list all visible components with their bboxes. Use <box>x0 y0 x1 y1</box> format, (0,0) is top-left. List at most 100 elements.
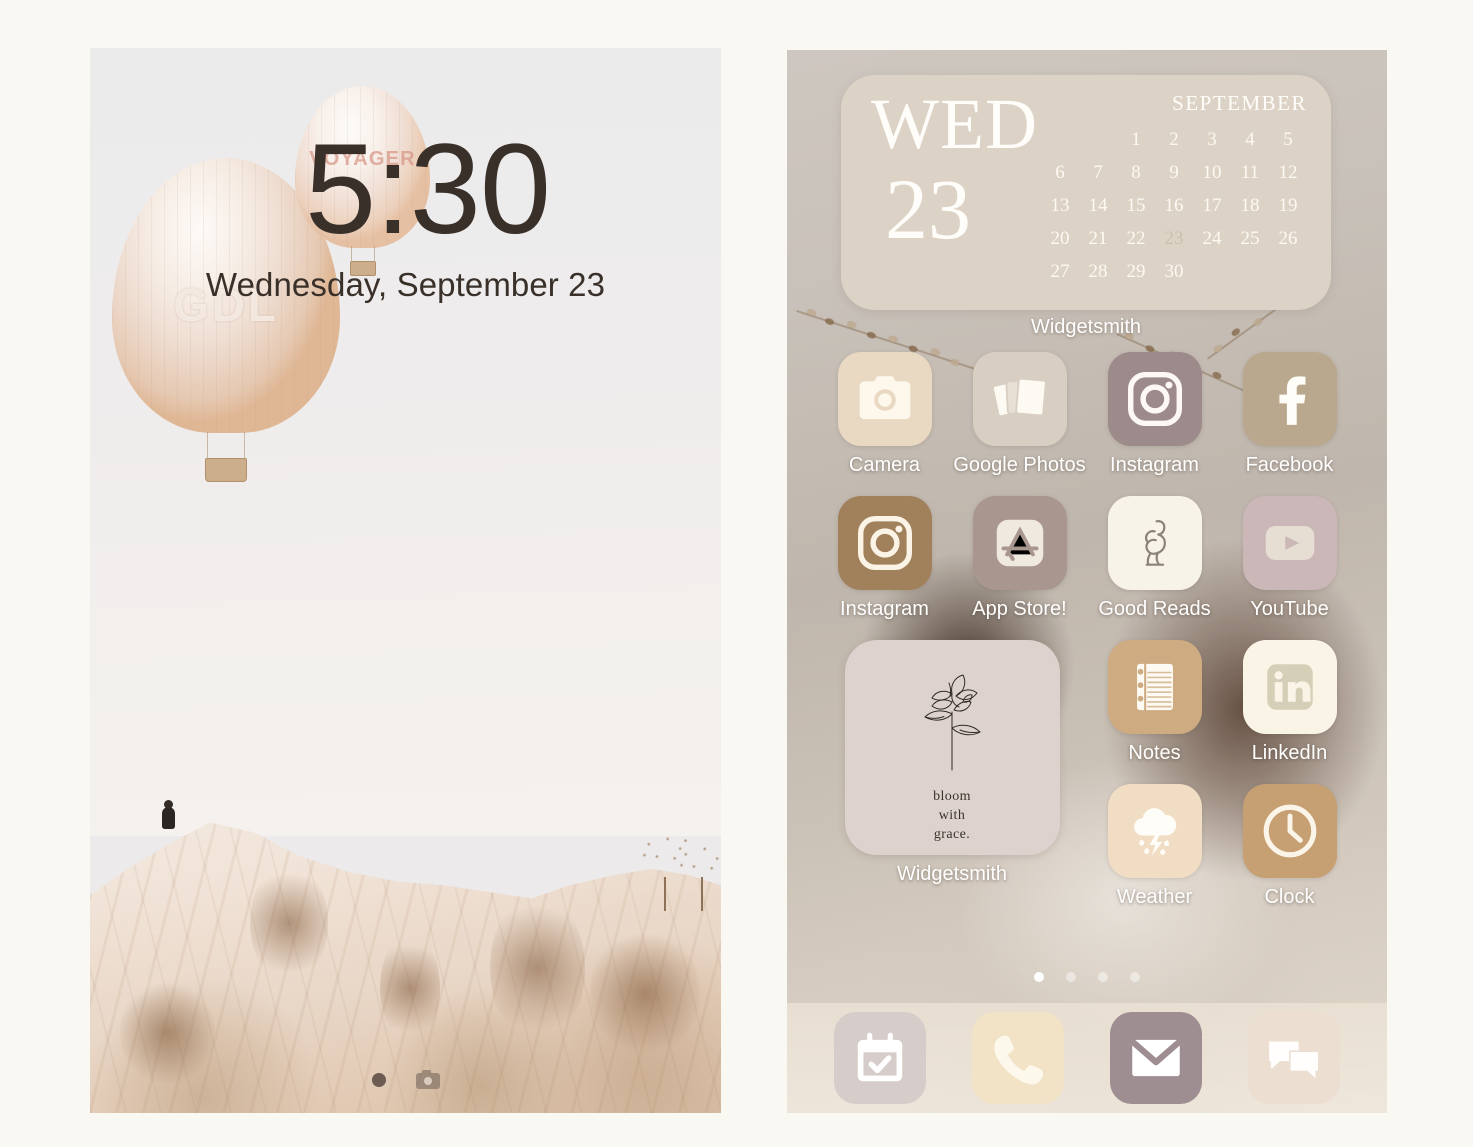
calendar-cell: 5 <box>1283 129 1293 150</box>
calendar-cell: 19 <box>1278 195 1298 216</box>
calendar-month-grid: 1 2 3 4 5 6 7 8 9 10 11 12 13 14 15 16 17 18 19 20 21 22 23 24 2… <box>1041 126 1307 285</box>
instagram-icon[interactable] <box>837 496 932 590</box>
app-icon-grid: Camera Google Photos Instagram Facebook I… <box>817 352 1357 928</box>
page-dot[interactable] <box>1034 972 1044 982</box>
calendar-cell: 12 <box>1278 162 1298 183</box>
app-label: Instagram <box>1110 454 1199 476</box>
app-label: Camera <box>848 454 921 476</box>
widget-quote: bloom with grace. <box>933 788 971 845</box>
calendar-cell: 25 <box>1240 228 1260 249</box>
app-label: Notes <box>1128 742 1181 764</box>
app-label: LinkedIn <box>1251 742 1328 764</box>
calendar-cell: 18 <box>1240 195 1260 216</box>
widgetsmith-quote-widget-cell[interactable]: bloom with grace. Widgetsmith <box>817 640 1087 909</box>
flower-line-art <box>892 650 1012 778</box>
camera-icon[interactable] <box>415 1070 440 1089</box>
hot-air-balloon-voyager: VOYAGER <box>295 86 430 276</box>
line-woman-icon[interactable] <box>1107 496 1202 590</box>
tree-trunk <box>701 876 703 911</box>
calendar-cell: 7 <box>1093 162 1103 183</box>
tree-crown <box>675 840 721 885</box>
calendar-cell: 22 <box>1126 228 1146 249</box>
page-dots[interactable] <box>787 972 1387 982</box>
calendar-month-label: SEPTEMBER <box>1172 91 1307 115</box>
bare-tree <box>675 840 721 911</box>
app-label: YouTube <box>1250 598 1329 620</box>
app-cell[interactable]: Good Reads <box>1087 496 1222 621</box>
app-cell[interactable]: LinkedIn <box>1222 640 1357 765</box>
page-dot[interactable] <box>1098 972 1108 982</box>
calendar-cell: 21 <box>1088 228 1108 249</box>
app-cell[interactable]: Instagram <box>817 496 952 621</box>
calendar-cell: 2 <box>1169 129 1179 150</box>
app-cell[interactable]: Instagram <box>1087 352 1222 477</box>
page-dot[interactable] <box>371 1072 386 1087</box>
person-silhouette <box>162 799 175 829</box>
linkedin-icon[interactable] <box>1242 640 1337 734</box>
calendar-cell-today: 23 <box>1155 225 1193 252</box>
rock-landscape <box>90 783 721 1113</box>
photo-stack-icon[interactable] <box>972 352 1067 446</box>
home-screen[interactable]: WED 23 SEPTEMBER 1 2 3 4 5 6 7 8 9 10 11 12 13 14 15 16… <box>787 50 1387 1113</box>
app-cell[interactable]: Google Photos <box>952 352 1087 477</box>
calendar-widget-date-block: WED 23 <box>841 75 1041 310</box>
calendar-cell: 1 <box>1131 129 1141 150</box>
app-cell[interactable]: Camera <box>817 352 952 477</box>
scrub-patch <box>380 932 440 1043</box>
app-cell[interactable]: Weather <box>1087 784 1222 909</box>
calendar-cell: 11 <box>1240 162 1260 183</box>
app-label: App Store! <box>972 598 1067 620</box>
calendar-cell: 3 <box>1207 129 1217 150</box>
calendar-cell: 26 <box>1278 228 1298 249</box>
app-row: Instagram App Store! Good Reads YouTube <box>817 496 1357 621</box>
calendar-widget-month-block: SEPTEMBER 1 2 3 4 5 6 7 8 9 10 11 12 13 14 15 16 17 18 19 2… <box>1041 75 1331 310</box>
app-cell[interactable]: Clock <box>1222 784 1357 909</box>
calendar-cell: 28 <box>1088 261 1108 282</box>
quote-line: with <box>938 808 966 824</box>
calendar-cell: 14 <box>1088 195 1108 216</box>
dock-mail-icon[interactable] <box>1110 1012 1202 1104</box>
widgetsmith-calendar-widget[interactable]: WED 23 SEPTEMBER 1 2 3 4 5 6 7 8 9 10 11 12 13 14 15 16… <box>841 75 1331 310</box>
calendar-cell-empty <box>1079 126 1117 153</box>
calendar-cell: 24 <box>1202 228 1222 249</box>
right-apps-block: Notes LinkedIn Weather Clock <box>1087 640 1357 909</box>
calendar-day-number: 23 <box>885 161 971 258</box>
app-label: Widgetsmith <box>896 863 1008 885</box>
page-dot[interactable] <box>1066 972 1076 982</box>
app-label: Google Photos <box>953 454 1086 476</box>
dock-phone-icon[interactable] <box>972 1012 1064 1104</box>
calendar-cell: 8 <box>1131 162 1141 183</box>
app-cell[interactable]: Facebook <box>1222 352 1357 477</box>
widget-and-apps-row: bloom with grace. Widgetsmith Notes LinkedI… <box>817 640 1357 909</box>
calendar-cell: 20 <box>1050 228 1070 249</box>
camera-icon[interactable] <box>837 352 932 446</box>
calendar-cell: 30 <box>1164 261 1184 282</box>
app-label: Facebook <box>1245 454 1334 476</box>
app-label: Instagram <box>840 598 929 620</box>
calendar-cell: 6 <box>1055 162 1065 183</box>
page-dot[interactable] <box>1130 972 1140 982</box>
instagram-icon[interactable] <box>1107 352 1202 446</box>
notepad-icon[interactable] <box>1107 640 1202 734</box>
facebook-icon[interactable] <box>1242 352 1337 446</box>
youtube-icon[interactable] <box>1242 496 1337 590</box>
app-cell[interactable]: YouTube <box>1222 496 1357 621</box>
balloon-basket <box>349 261 376 276</box>
app-label: Clock <box>1264 886 1315 908</box>
app-row: Camera Google Photos Instagram Facebook <box>817 352 1357 477</box>
lock-screen[interactable]: GDL VOYAGER 5:30 Wednesday, September 23 <box>90 48 721 1113</box>
calendar-cell: 10 <box>1202 162 1222 183</box>
calendar-cell: 9 <box>1169 162 1179 183</box>
app-label: Weather <box>1116 886 1193 908</box>
storm-icon[interactable] <box>1107 784 1202 878</box>
balloon-basket <box>205 458 247 482</box>
app-cell[interactable]: Notes <box>1087 640 1222 765</box>
dock-messages-icon[interactable] <box>1248 1012 1340 1104</box>
clock-icon[interactable] <box>1242 784 1337 878</box>
app-cell[interactable]: App Store! <box>952 496 1087 621</box>
app-store-icon[interactable] <box>972 496 1067 590</box>
quote-line: grace. <box>933 826 971 842</box>
dock-calendar-check-icon[interactable] <box>834 1012 926 1104</box>
widgetsmith-quote-widget[interactable]: bloom with grace. <box>844 640 1060 855</box>
calendar-cell: 29 <box>1126 261 1146 282</box>
